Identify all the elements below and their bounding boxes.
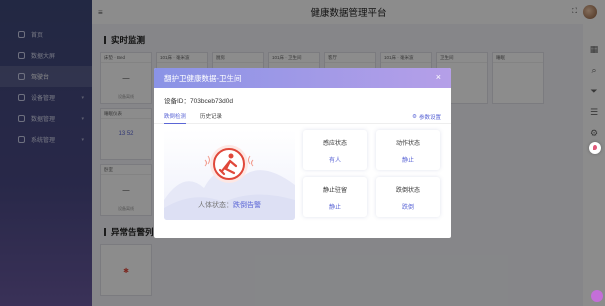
tile-title: 跌倒状态 [395,188,420,194]
human-state-label: 人体状态： [198,202,233,209]
tile-value: 静止 [401,158,414,164]
gear-icon: ⚙ [412,113,417,120]
status-tile-motion: 动作状态 静止 [376,130,440,170]
human-state-value: 跌倒告警 [233,202,261,209]
close-icon[interactable]: × [436,72,441,82]
assistant-fab-icon[interactable] [591,290,603,302]
param-settings-label: 参数设置 [418,114,441,121]
tile-value: 跌倒 [401,205,414,211]
device-id-value: 703bceb73d0d [190,98,234,105]
modal-title: 翻护卫健康数据-卫生间 [164,73,242,83]
modal-header: 翻护卫健康数据-卫生间 × [154,68,451,88]
device-id-label: 设备ID： [164,98,190,105]
human-state: 人体状态：跌倒告警 [164,200,295,210]
modal-body: 人体状态：跌倒告警 感应状态 有人 动作状态 静止 静止驻留 静止 跌倒状态 跌倒 [154,124,451,238]
fall-illustration-panel: 人体状态：跌倒告警 [164,130,295,220]
tile-title: 静止驻留 [322,188,347,194]
modal-tabs: 跌倒检测 历史记录 ⚙ 参数设置 [154,110,451,124]
tile-title: 感应状态 [322,141,347,147]
tile-title: 动作状态 [395,141,420,147]
location-fab-icon[interactable] [589,142,601,154]
tile-value: 有人 [328,158,341,164]
tile-value: 静止 [328,205,341,211]
tab-history[interactable]: 历史记录 [200,110,222,124]
status-tile-fall: 跌倒状态 跌倒 [376,177,440,217]
tab-fall-detection[interactable]: 跌倒检测 [164,110,187,124]
status-tile-still-dwell: 静止驻留 静止 [303,177,367,217]
device-detail-modal: 翻护卫健康数据-卫生间 × 设备ID：703bceb73d0d 跌倒检测 历史记… [154,68,451,238]
device-id-line: 设备ID：703bceb73d0d [154,88,451,110]
status-tile-presence: 感应状态 有人 [303,130,367,170]
param-settings-button[interactable]: ⚙ 参数设置 [412,113,441,121]
